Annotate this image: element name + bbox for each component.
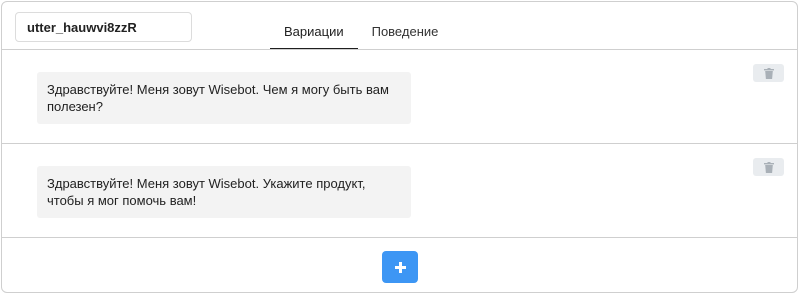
delete-variation-button[interactable] (753, 64, 784, 82)
variation-item: Здравствуйте! Меня зовут Wisebot. Чем я … (2, 50, 797, 144)
add-variation-button[interactable] (382, 251, 418, 283)
variation-text[interactable]: Здравствуйте! Меня зовут Wisebot. Чем я … (37, 72, 411, 124)
tab-variations[interactable]: Вариации (270, 16, 358, 50)
utterance-name-input[interactable] (15, 12, 192, 42)
trash-icon (763, 67, 774, 79)
trash-icon (763, 161, 774, 173)
delete-variation-button[interactable] (753, 158, 784, 176)
tab-bar: Вариации Поведение (270, 16, 452, 50)
utterance-editor-panel: Вариации Поведение Здравствуйте! Меня зо… (1, 1, 798, 293)
plus-icon (394, 261, 406, 273)
variation-item: Здравствуйте! Меня зовут Wisebot. Укажит… (2, 144, 797, 238)
variation-text[interactable]: Здравствуйте! Меня зовут Wisebot. Укажит… (37, 166, 411, 218)
tab-behavior[interactable]: Поведение (358, 16, 453, 50)
